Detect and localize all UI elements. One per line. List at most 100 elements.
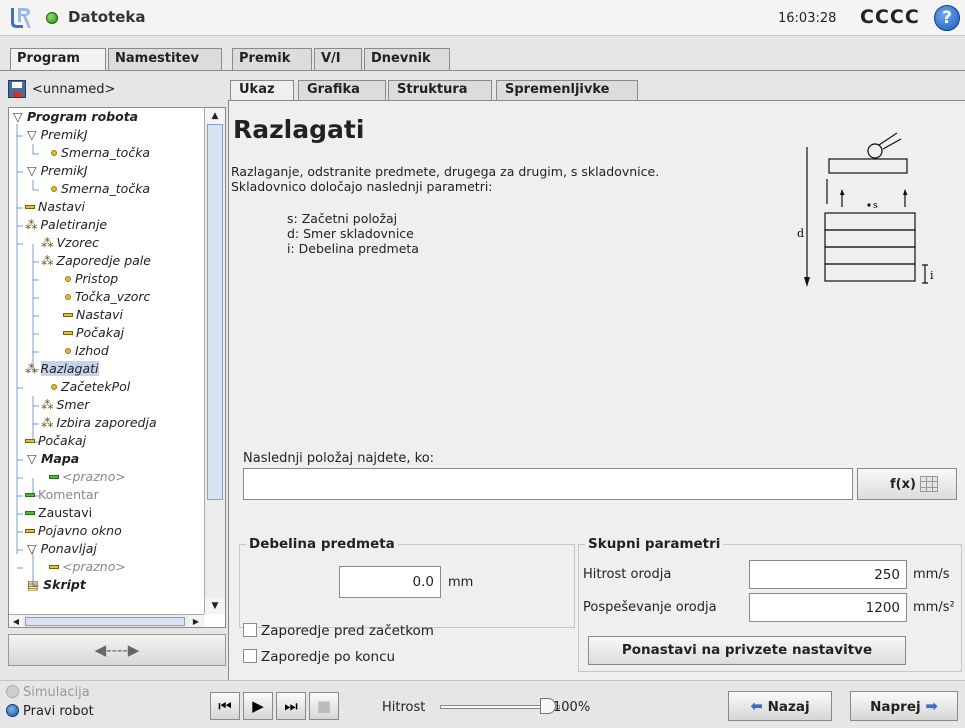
stop-button[interactable]: ■ [309, 692, 339, 720]
tab-log[interactable]: Dnevnik [364, 48, 450, 70]
tab-program[interactable]: Program [10, 48, 106, 71]
robot-name: CCCC [860, 6, 920, 28]
tree-item[interactable]: ⁂ Paletiranje [25, 216, 107, 234]
back-label: Nazaj [767, 699, 810, 715]
tab-variables[interactable]: Spremenljivke [496, 80, 638, 100]
tab-command[interactable]: Ukaz [230, 80, 294, 101]
shared-parameters-group: Skupni parametri Hitrost orodja 250 mm/s… [578, 536, 962, 672]
play-icon: ▶ [252, 697, 264, 715]
diagram-label-s: s [873, 201, 878, 211]
tab-installation[interactable]: Namestitev [108, 48, 222, 70]
move-node-button[interactable]: ◀----▶ [8, 634, 226, 666]
checkbox-label: Zaporedje po koncu [261, 649, 396, 665]
step-button[interactable]: ⏭ [276, 692, 306, 720]
tree-item[interactable]: ZačetekPol [51, 378, 130, 396]
set-icon [25, 205, 35, 209]
scroll-up-icon[interactable]: ▲ [205, 108, 225, 124]
tree-item[interactable]: Smerna_točka [51, 144, 150, 162]
triangle-icon: ▽ [27, 163, 41, 178]
reset-defaults-button[interactable]: Ponastavi na privzete nastavitve [588, 636, 906, 665]
next-button[interactable]: Naprej ➡ [850, 691, 958, 721]
set-icon [63, 313, 73, 317]
step-icon: ⏭ [284, 697, 298, 715]
program-filename: <unnamed> [32, 82, 116, 97]
tree-item[interactable]: <prazno> [49, 558, 126, 576]
tab-graphics[interactable]: Grafika [298, 80, 386, 100]
tree-item[interactable]: ⁂ Zaporedje pale [41, 252, 151, 270]
real-robot-mode-option[interactable]: Pravi robot [6, 704, 94, 719]
tree-item[interactable]: Komentar [25, 486, 99, 504]
scroll-left-icon[interactable]: ◀ [9, 615, 23, 627]
thickness-group: Debelina predmeta 0.0 mm [239, 536, 575, 628]
pallet-icon: ⁂ [41, 397, 54, 412]
program-tree: ▽ Program robota ▽ PremikJ Smerna_točka … [8, 107, 226, 628]
tree-item[interactable]: <prazno> [49, 468, 126, 486]
tree-item[interactable]: Nastavi [25, 198, 85, 216]
next-position-expression-input[interactable] [243, 468, 853, 500]
sequence-before-option[interactable]: Zaporedje pred začetkom [243, 623, 434, 639]
tree-item[interactable]: ▽ Mapa [27, 450, 79, 468]
tree-item[interactable]: ⁂ Smer [41, 396, 89, 414]
scroll-thumb[interactable] [207, 124, 223, 500]
radio-icon [6, 704, 19, 717]
wait-icon [25, 439, 35, 443]
tree-horizontal-scrollbar[interactable]: ◀ ▶ [9, 614, 204, 627]
radio-icon [6, 685, 19, 698]
tree-item[interactable]: Pojavno okno [25, 522, 122, 540]
scroll-thumb[interactable] [25, 617, 185, 626]
help-button[interactable]: ? [934, 5, 960, 31]
tree-item[interactable]: ⁂ Izbira zaporedja [41, 414, 157, 432]
tree-item[interactable]: Zaustavi [25, 504, 92, 522]
tree-item[interactable]: ▤ Skript [27, 576, 86, 594]
tool-accel-input[interactable]: 1200 [749, 593, 907, 622]
tab-io[interactable]: V/I [314, 48, 362, 70]
stop-icon: ■ [316, 697, 332, 715]
tree-item[interactable]: Pristop [65, 270, 118, 288]
checkbox[interactable] [243, 623, 257, 637]
arrow-left-icon: ⬅ [750, 697, 763, 715]
play-button[interactable]: ▶ [243, 692, 273, 720]
tree-item-selected[interactable]: ⁂ Razlagati [25, 360, 99, 378]
tree-item[interactable]: ▽ PremikJ [27, 162, 88, 180]
tree-item[interactable]: Izhod [65, 342, 109, 360]
destack-diagram: d s i [797, 132, 934, 287]
tab-move[interactable]: Premik [232, 48, 312, 70]
checkbox[interactable] [243, 649, 257, 663]
tree-item[interactable]: Nastavi [63, 306, 123, 324]
scroll-down-icon[interactable]: ▼ [205, 598, 225, 614]
expression-editor-button[interactable]: f(x) [857, 468, 957, 500]
tab-structure[interactable]: Struktura [388, 80, 492, 100]
parameter-list: s: Začetni položaj d: Smer skladovnice i… [287, 211, 419, 256]
skip-start-button[interactable]: ⏮ [210, 692, 240, 720]
tree-item[interactable]: ⁂ Vzorec [41, 234, 99, 252]
back-button[interactable]: ⬅ Nazaj [728, 691, 832, 721]
save-icon[interactable] [8, 80, 26, 98]
tree-item[interactable]: Počakaj [25, 432, 86, 450]
scroll-right-icon[interactable]: ▶ [189, 615, 203, 627]
tool-accel-unit: mm/s² [913, 600, 955, 615]
tree-item[interactable]: ▽ Ponavljaj [27, 540, 97, 558]
tool-speed-unit: mm/s [913, 567, 950, 582]
waypoint-icon [51, 150, 57, 156]
command-panel: Razlagati Razlaganje, odstranite predmet… [228, 100, 965, 680]
tool-speed-label: Hitrost orodja [583, 567, 672, 582]
sequence-after-option[interactable]: Zaporedje po koncu [243, 649, 395, 665]
tree-item[interactable]: Točka_vzorc [65, 288, 150, 306]
simulation-mode-option[interactable]: Simulacija [6, 685, 90, 700]
description-line: Skladovnico določajo naslednji parametri… [231, 179, 493, 194]
thickness-input[interactable]: 0.0 [339, 566, 441, 598]
tab-divider [0, 70, 965, 71]
pallet-icon: ⁂ [41, 235, 54, 250]
tree-item[interactable]: ▽ PremikJ [27, 126, 88, 144]
file-menu-title[interactable]: Datoteka [68, 8, 146, 26]
footer-bar: Simulacija Pravi robot ⏮ ▶ ⏭ ■ Hitrost 1… [0, 680, 965, 728]
comment-icon [25, 493, 35, 497]
tree-vertical-scrollbar[interactable]: ▲ ▼ [204, 108, 225, 614]
tree-item[interactable]: ▽ Program robota [13, 108, 138, 126]
tree-item[interactable]: Smerna_točka [51, 180, 150, 198]
tool-speed-input[interactable]: 250 [749, 560, 907, 589]
robot-status-icon [46, 12, 58, 24]
page-title: Razlagati [233, 115, 365, 144]
tree-item[interactable]: Počakaj [63, 324, 124, 342]
param-thickness: i: Debelina predmeta [287, 241, 419, 256]
